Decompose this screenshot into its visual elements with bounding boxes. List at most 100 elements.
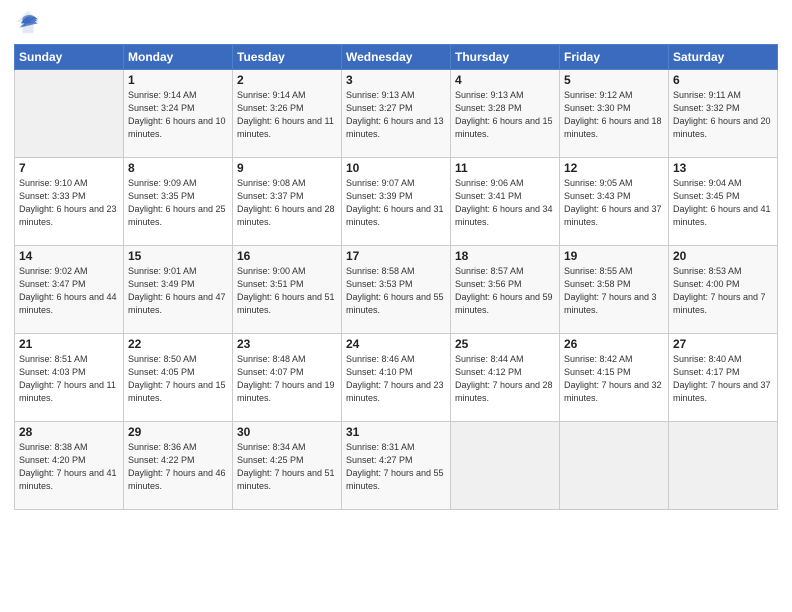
calendar-cell: 25 Sunrise: 8:44 AMSunset: 4:12 PMDayligh… (451, 334, 560, 422)
day-info: Sunrise: 9:04 AMSunset: 3:45 PMDaylight:… (673, 177, 773, 229)
header (14, 10, 778, 38)
week-row-5: 28Sunrise: 8:38 AMSunset: 4:20 PMDayligh… (15, 422, 778, 510)
day-info: Sunrise: 9:13 AMSunset: 3:27 PMDaylight:… (346, 89, 446, 141)
day-number: 25 (455, 337, 555, 351)
day-number: 18 (455, 249, 555, 263)
calendar-cell: 3Sunrise: 9:13 AMSunset: 3:27 PMDaylight… (342, 70, 451, 158)
calendar-cell: 4 Sunrise: 9:13 AMSunset: 3:28 PMDaylight… (451, 70, 560, 158)
day-number: 19 (564, 249, 664, 263)
day-info: Sunrise: 8:46 AMSunset: 4:10 PMDaylight:… (346, 353, 446, 405)
calendar-cell: 10 Sunrise: 9:07 AMSunset: 3:39 PMDayligh… (342, 158, 451, 246)
day-number: 11 (455, 161, 555, 175)
weekday-header-sunday: Sunday (15, 45, 124, 70)
day-number: 7 (19, 161, 119, 175)
day-info: Sunrise: 9:00 AMSunset: 3:51 PMDaylight:… (237, 265, 337, 317)
calendar-cell: 8 Sunrise: 9:09 AMSunset: 3:35 PMDaylight… (124, 158, 233, 246)
weekday-header-monday: Monday (124, 45, 233, 70)
calendar-cell: 19 Sunrise: 8:55 AMSunset: 3:58 PMDayligh… (560, 246, 669, 334)
day-number: 31 (346, 425, 446, 439)
calendar-cell: 11 Sunrise: 9:06 AMSunset: 3:41 PMDayligh… (451, 158, 560, 246)
day-number: 8 (128, 161, 228, 175)
day-number: 29 (128, 425, 228, 439)
logo (14, 10, 46, 38)
day-number: 9 (237, 161, 337, 175)
calendar-cell: 18 Sunrise: 8:57 AMSunset: 3:56 PMDayligh… (451, 246, 560, 334)
day-number: 23 (237, 337, 337, 351)
day-number: 12 (564, 161, 664, 175)
day-info: Sunrise: 9:01 AMSunset: 3:49 PMDaylight:… (128, 265, 228, 317)
week-row-4: 21 Sunrise: 8:51 AMSunset: 4:03 PMDayligh… (15, 334, 778, 422)
calendar-cell: 16 Sunrise: 9:00 AMSunset: 3:51 PMDayligh… (233, 246, 342, 334)
day-number: 4 (455, 73, 555, 87)
calendar-cell: 13 Sunrise: 9:04 AMSunset: 3:45 PMDayligh… (669, 158, 778, 246)
day-number: 22 (128, 337, 228, 351)
day-number: 27 (673, 337, 773, 351)
weekday-header-tuesday: Tuesday (233, 45, 342, 70)
weekday-header-saturday: Saturday (669, 45, 778, 70)
calendar-cell: 29Sunrise: 8:36 AMSunset: 4:22 PMDayligh… (124, 422, 233, 510)
day-number: 17 (346, 249, 446, 263)
day-info: Sunrise: 9:09 AMSunset: 3:35 PMDaylight:… (128, 177, 228, 229)
day-info: Sunrise: 8:42 AMSunset: 4:15 PMDaylight:… (564, 353, 664, 405)
calendar-cell: 26Sunrise: 8:42 AMSunset: 4:15 PMDayligh… (560, 334, 669, 422)
day-number: 2 (237, 73, 337, 87)
day-info: Sunrise: 9:10 AMSunset: 3:33 PMDaylight:… (19, 177, 119, 229)
day-number: 10 (346, 161, 446, 175)
day-info: Sunrise: 8:57 AMSunset: 3:56 PMDaylight:… (455, 265, 555, 317)
calendar-table: SundayMondayTuesdayWednesdayThursdayFrid… (14, 44, 778, 510)
day-info: Sunrise: 9:02 AMSunset: 3:47 PMDaylight:… (19, 265, 119, 317)
calendar-cell: 20Sunrise: 8:53 AMSunset: 4:00 PMDayligh… (669, 246, 778, 334)
day-number: 14 (19, 249, 119, 263)
calendar-cell: 28Sunrise: 8:38 AMSunset: 4:20 PMDayligh… (15, 422, 124, 510)
day-info: Sunrise: 8:44 AMSunset: 4:12 PMDaylight:… (455, 353, 555, 405)
calendar-cell: 2 Sunrise: 9:14 AMSunset: 3:26 PMDaylight… (233, 70, 342, 158)
calendar-cell: 15Sunrise: 9:01 AMSunset: 3:49 PMDayligh… (124, 246, 233, 334)
logo-bird-icon (14, 8, 42, 36)
calendar-cell: 1 Sunrise: 9:14 AMSunset: 3:24 PMDaylight… (124, 70, 233, 158)
calendar-cell (669, 422, 778, 510)
week-row-1: 1 Sunrise: 9:14 AMSunset: 3:24 PMDaylight… (15, 70, 778, 158)
week-row-2: 7 Sunrise: 9:10 AMSunset: 3:33 PMDaylight… (15, 158, 778, 246)
calendar-cell: 31 Sunrise: 8:31 AMSunset: 4:27 PMDayligh… (342, 422, 451, 510)
calendar-cell: 30Sunrise: 8:34 AMSunset: 4:25 PMDayligh… (233, 422, 342, 510)
weekday-header-row: SundayMondayTuesdayWednesdayThursdayFrid… (15, 45, 778, 70)
day-number: 24 (346, 337, 446, 351)
calendar-cell: 24 Sunrise: 8:46 AMSunset: 4:10 PMDayligh… (342, 334, 451, 422)
day-info: Sunrise: 8:53 AMSunset: 4:00 PMDaylight:… (673, 265, 773, 317)
calendar-cell (560, 422, 669, 510)
calendar-cell: 7 Sunrise: 9:10 AMSunset: 3:33 PMDaylight… (15, 158, 124, 246)
day-info: Sunrise: 8:38 AMSunset: 4:20 PMDaylight:… (19, 441, 119, 493)
day-number: 1 (128, 73, 228, 87)
calendar-cell: 5 Sunrise: 9:12 AMSunset: 3:30 PMDaylight… (560, 70, 669, 158)
calendar-cell: 21 Sunrise: 8:51 AMSunset: 4:03 PMDayligh… (15, 334, 124, 422)
calendar-cell (451, 422, 560, 510)
calendar-cell: 14 Sunrise: 9:02 AMSunset: 3:47 PMDayligh… (15, 246, 124, 334)
day-info: Sunrise: 9:06 AMSunset: 3:41 PMDaylight:… (455, 177, 555, 229)
day-info: Sunrise: 8:31 AMSunset: 4:27 PMDaylight:… (346, 441, 446, 493)
calendar-cell: 17 Sunrise: 8:58 AMSunset: 3:53 PMDayligh… (342, 246, 451, 334)
day-info: Sunrise: 9:11 AMSunset: 3:32 PMDaylight:… (673, 89, 773, 141)
day-number: 13 (673, 161, 773, 175)
day-info: Sunrise: 9:14 AMSunset: 3:24 PMDaylight:… (128, 89, 228, 141)
day-info: Sunrise: 9:14 AMSunset: 3:26 PMDaylight:… (237, 89, 337, 141)
day-number: 30 (237, 425, 337, 439)
day-number: 6 (673, 73, 773, 87)
calendar-cell (15, 70, 124, 158)
day-info: Sunrise: 8:50 AMSunset: 4:05 PMDaylight:… (128, 353, 228, 405)
day-info: Sunrise: 8:55 AMSunset: 3:58 PMDaylight:… (564, 265, 664, 317)
calendar-cell: 23Sunrise: 8:48 AMSunset: 4:07 PMDayligh… (233, 334, 342, 422)
calendar-cell: 22 Sunrise: 8:50 AMSunset: 4:05 PMDayligh… (124, 334, 233, 422)
day-number: 16 (237, 249, 337, 263)
day-number: 5 (564, 73, 664, 87)
day-number: 21 (19, 337, 119, 351)
day-info: Sunrise: 8:58 AMSunset: 3:53 PMDaylight:… (346, 265, 446, 317)
day-info: Sunrise: 8:51 AMSunset: 4:03 PMDaylight:… (19, 353, 119, 405)
day-info: Sunrise: 9:07 AMSunset: 3:39 PMDaylight:… (346, 177, 446, 229)
day-info: Sunrise: 9:13 AMSunset: 3:28 PMDaylight:… (455, 89, 555, 141)
day-info: Sunrise: 9:05 AMSunset: 3:43 PMDaylight:… (564, 177, 664, 229)
weekday-header-thursday: Thursday (451, 45, 560, 70)
calendar-cell: 12 Sunrise: 9:05 AMSunset: 3:43 PMDayligh… (560, 158, 669, 246)
weekday-header-wednesday: Wednesday (342, 45, 451, 70)
page: SundayMondayTuesdayWednesdayThursdayFrid… (0, 0, 792, 612)
day-info: Sunrise: 9:12 AMSunset: 3:30 PMDaylight:… (564, 89, 664, 141)
